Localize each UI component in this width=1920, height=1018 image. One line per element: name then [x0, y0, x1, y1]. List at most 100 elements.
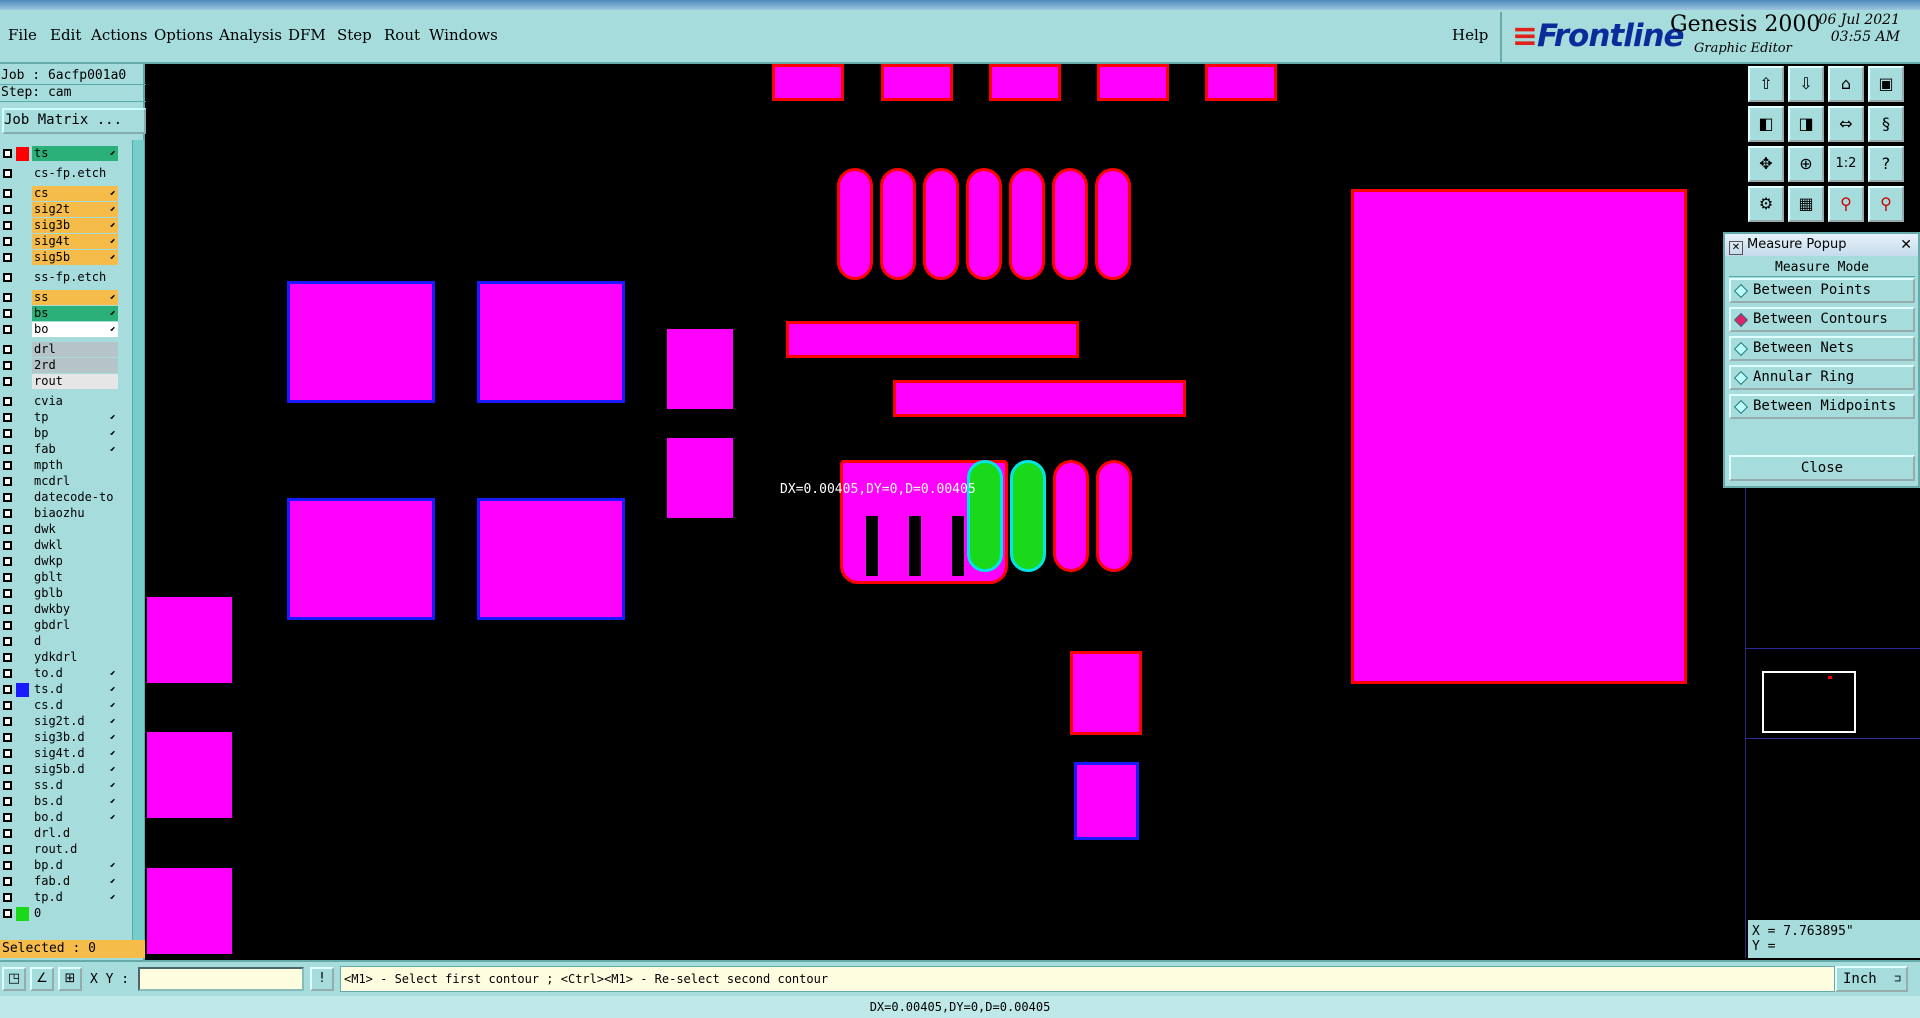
- layer-checkbox[interactable]: [3, 573, 12, 582]
- layer-row[interactable]: cvia: [0, 394, 132, 410]
- ratio-label-icon[interactable]: 1:2: [1828, 146, 1864, 182]
- layer-row[interactable]: sig2t.d ⬋: [0, 714, 132, 730]
- layer-row[interactable]: sig4t.d ⬋: [0, 746, 132, 762]
- layer-row[interactable]: dwkl: [0, 538, 132, 554]
- layer-row[interactable]: bs.d ⬋: [0, 794, 132, 810]
- layer-row[interactable]: ss ⬋: [0, 290, 132, 306]
- layer-checkbox[interactable]: [3, 829, 12, 838]
- layer-checkbox[interactable]: [3, 749, 12, 758]
- layer-checkbox[interactable]: [3, 669, 12, 678]
- layer-row[interactable]: gbdrl: [0, 618, 132, 634]
- menu-edit[interactable]: Edit: [50, 26, 81, 44]
- layer-checkbox[interactable]: [3, 797, 12, 806]
- pan-left-icon[interactable]: ◧: [1748, 106, 1784, 142]
- layer-checkbox[interactable]: [3, 149, 12, 158]
- layer-row[interactable]: ydkdrl: [0, 650, 132, 666]
- layer-checkbox[interactable]: [3, 461, 12, 470]
- layer-row[interactable]: tp ⬋: [0, 410, 132, 426]
- layer-row[interactable]: bp ⬋: [0, 426, 132, 442]
- layer-checkbox[interactable]: [3, 813, 12, 822]
- layer-row[interactable]: d: [0, 634, 132, 650]
- layer-row[interactable]: dwkby: [0, 602, 132, 618]
- job-matrix-button[interactable]: Job Matrix ...: [2, 108, 146, 134]
- zoom-in-icon[interactable]: §: [1868, 106, 1904, 142]
- fit-icon[interactable]: ✥: [1748, 146, 1784, 182]
- layer-list-scrollbar[interactable]: [132, 140, 144, 942]
- info-icon[interactable]: !: [310, 967, 334, 991]
- layer-checkbox[interactable]: [3, 557, 12, 566]
- layer-row[interactable]: ts ⬋: [0, 146, 132, 162]
- measure-icon[interactable]: ⚲: [1828, 186, 1864, 222]
- layer-checkbox[interactable]: [3, 221, 12, 230]
- layer-checkbox[interactable]: [3, 413, 12, 422]
- help-icon[interactable]: ?: [1868, 146, 1904, 182]
- layer-row[interactable]: sig3b ⬋: [0, 218, 132, 234]
- menu-actions[interactable]: Actions: [91, 26, 147, 44]
- board-overview[interactable]: [1762, 671, 1856, 733]
- window-icon[interactable]: ▣: [1868, 66, 1904, 102]
- layer-row[interactable]: ts.d ⬋: [0, 682, 132, 698]
- menu-rout[interactable]: Rout: [384, 26, 420, 44]
- layer-checkbox[interactable]: [3, 733, 12, 742]
- layer-row[interactable]: bo ⬋: [0, 322, 132, 338]
- layer-checkbox[interactable]: [3, 701, 12, 710]
- layer-checkbox[interactable]: [3, 605, 12, 614]
- layer-checkbox[interactable]: [3, 377, 12, 386]
- layer-row[interactable]: gblt: [0, 570, 132, 586]
- menu-analysis[interactable]: Analysis: [219, 26, 282, 44]
- layer-checkbox[interactable]: [3, 685, 12, 694]
- layer-row[interactable]: bo.d ⬋: [0, 810, 132, 826]
- layer-checkbox[interactable]: [3, 361, 12, 370]
- layer-checkbox[interactable]: [3, 429, 12, 438]
- layer-row[interactable]: dwkp: [0, 554, 132, 570]
- menu-help[interactable]: Help: [1452, 26, 1488, 44]
- layer-row[interactable]: to.d ⬋: [0, 666, 132, 682]
- layer-row[interactable]: drl: [0, 342, 132, 358]
- pan-right-icon[interactable]: ◨: [1788, 106, 1824, 142]
- close-icon[interactable]: ✕: [1900, 234, 1912, 256]
- layer-checkbox[interactable]: [3, 589, 12, 598]
- layer-row[interactable]: sig5b ⬋: [0, 250, 132, 266]
- layer-checkbox[interactable]: [3, 621, 12, 630]
- center-icon[interactable]: ⊕: [1788, 146, 1824, 182]
- layer-row[interactable]: cs.d ⬋: [0, 698, 132, 714]
- xy-input[interactable]: [138, 967, 304, 991]
- close-button[interactable]: Close: [1729, 455, 1915, 481]
- layer-checkbox[interactable]: [3, 309, 12, 318]
- settings-icon[interactable]: ⚙: [1748, 186, 1784, 222]
- layer-row[interactable]: bs ⬋: [0, 306, 132, 322]
- layer-row[interactable]: datecode-to: [0, 490, 132, 506]
- zoom-out-icon[interactable]: ⇔: [1828, 106, 1864, 142]
- layer-checkbox[interactable]: [3, 345, 12, 354]
- layer-row[interactable]: tp.d ⬋: [0, 890, 132, 906]
- layer-checkbox[interactable]: [3, 861, 12, 870]
- grid-snap-icon[interactable]: ⊞: [58, 967, 82, 991]
- layer-row[interactable]: ss-fp.etch: [0, 270, 132, 286]
- selected-contour-1[interactable]: [967, 460, 1003, 572]
- layer-down-icon[interactable]: ⇩: [1788, 66, 1824, 102]
- menu-windows[interactable]: Windows: [429, 26, 498, 44]
- layer-checkbox[interactable]: [3, 909, 12, 918]
- net-icon[interactable]: ⚲: [1868, 186, 1904, 222]
- layer-row[interactable]: dwk: [0, 522, 132, 538]
- layer-checkbox[interactable]: [3, 237, 12, 246]
- layer-row[interactable]: rout.d: [0, 842, 132, 858]
- layer-checkbox[interactable]: [3, 781, 12, 790]
- layer-checkbox[interactable]: [3, 445, 12, 454]
- layer-up-icon[interactable]: ⇧: [1748, 66, 1784, 102]
- layer-row[interactable]: cs-fp.etch: [0, 166, 132, 182]
- mode-between-midpoints[interactable]: Between Midpoints: [1729, 394, 1915, 419]
- mode-annular-ring[interactable]: Annular Ring: [1729, 365, 1915, 390]
- window-menu-icon[interactable]: ✕: [1729, 241, 1743, 255]
- layer-checkbox[interactable]: [3, 765, 12, 774]
- layer-row[interactable]: gblb: [0, 586, 132, 602]
- selected-contour-2[interactable]: [1010, 460, 1046, 572]
- layer-checkbox[interactable]: [3, 325, 12, 334]
- layer-checkbox[interactable]: [3, 253, 12, 262]
- layer-row[interactable]: cs ⬋: [0, 186, 132, 202]
- mode-between-contours[interactable]: Between Contours: [1729, 307, 1915, 332]
- layer-checkbox[interactable]: [3, 205, 12, 214]
- menu-dfm[interactable]: DFM: [288, 26, 326, 44]
- layer-checkbox[interactable]: [3, 293, 12, 302]
- layer-checkbox[interactable]: [3, 509, 12, 518]
